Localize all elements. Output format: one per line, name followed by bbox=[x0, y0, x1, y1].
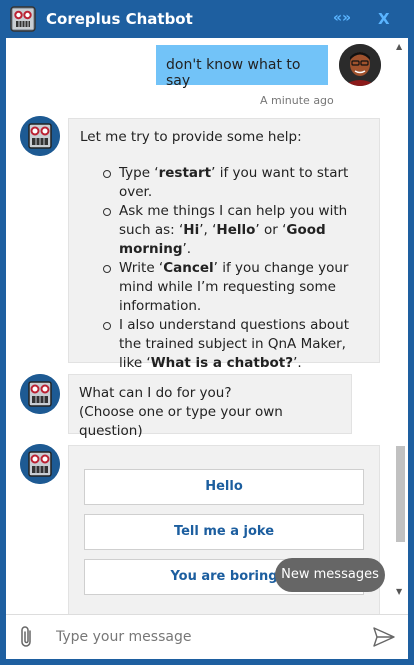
send-icon[interactable] bbox=[372, 626, 396, 648]
message-input[interactable] bbox=[56, 623, 356, 651]
help-list: Type ‘restart’ if you want to start over… bbox=[80, 164, 369, 373]
help-item-greetings: Ask me things I can help you with such a… bbox=[101, 202, 369, 259]
robot-logo-icon bbox=[10, 6, 36, 32]
new-messages-button[interactable]: New messages bbox=[275, 558, 385, 592]
user-photo-icon bbox=[339, 44, 381, 86]
robot-avatar-icon bbox=[20, 374, 60, 414]
collapse-button[interactable]: «» bbox=[333, 10, 351, 26]
message-list[interactable]: don't know what to say A minute ago Let … bbox=[6, 38, 392, 614]
scrollbar-thumb[interactable] bbox=[396, 446, 405, 542]
help-item-qna: I also understand questions about the tr… bbox=[101, 316, 369, 373]
chat-window: Coreplus Chatbot «» X don't know what to… bbox=[0, 0, 414, 665]
message-composer bbox=[6, 614, 408, 659]
paperclip-icon[interactable] bbox=[18, 625, 36, 649]
close-button[interactable]: X bbox=[378, 10, 390, 28]
bot-avatar bbox=[20, 116, 60, 156]
bot-question-message: What can I do for you? (Choose one or ty… bbox=[68, 374, 352, 439]
help-item-cancel: Write ‘Cancel’ if you change your mind w… bbox=[101, 259, 369, 316]
user-avatar bbox=[339, 44, 381, 86]
scrollbar[interactable]: ▲ ▼ bbox=[392, 38, 408, 598]
bot-avatar bbox=[20, 374, 60, 414]
robot-avatar-icon bbox=[20, 444, 60, 484]
message-timestamp: A minute ago bbox=[260, 94, 334, 107]
bot-help-message: Let me try to provide some help: Type ‘r… bbox=[68, 118, 380, 371]
suggestion-button-hello[interactable]: Hello bbox=[84, 469, 364, 505]
bot-avatar bbox=[20, 444, 60, 484]
robot-avatar-icon bbox=[20, 116, 60, 156]
suggestion-button-joke[interactable]: Tell me a joke bbox=[84, 514, 364, 550]
message-panel: don't know what to say A minute ago Let … bbox=[6, 38, 408, 614]
scroll-down-icon[interactable]: ▼ bbox=[396, 587, 402, 596]
chat-header: Coreplus Chatbot «» X bbox=[0, 0, 414, 38]
scroll-up-icon[interactable]: ▲ bbox=[396, 42, 402, 51]
question-line: What can I do for you? bbox=[79, 385, 232, 401]
chat-title: Coreplus Chatbot bbox=[46, 10, 193, 28]
question-hint: (Choose one or type your own question) bbox=[79, 404, 283, 439]
user-message-bubble: don't know what to say bbox=[156, 45, 328, 89]
help-intro: Let me try to provide some help: bbox=[80, 129, 302, 145]
help-item-restart: Type ‘restart’ if you want to start over… bbox=[101, 164, 369, 202]
